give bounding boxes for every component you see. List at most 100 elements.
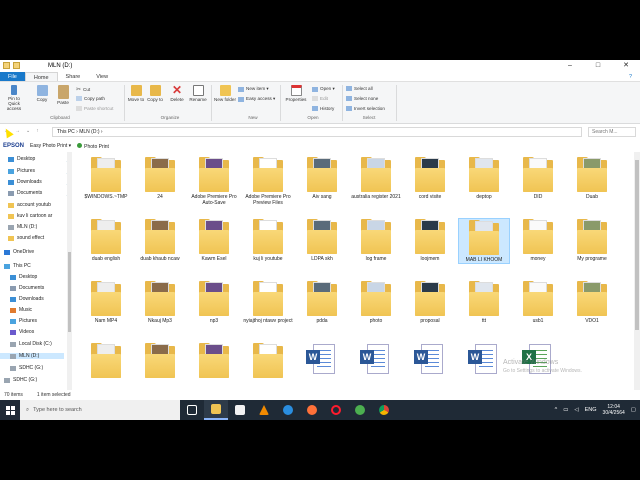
- folder-item[interactable]: cord visite: [404, 156, 456, 200]
- folder-item[interactable]: [134, 342, 186, 380]
- start-button[interactable]: [0, 400, 20, 420]
- new-item-button[interactable]: New item ▾: [238, 86, 269, 92]
- folder-item[interactable]: duab english: [80, 218, 132, 262]
- folder-item[interactable]: [242, 342, 294, 380]
- folder-item[interactable]: My programe: [566, 218, 618, 262]
- select-all-button[interactable]: Select all: [346, 86, 373, 91]
- file-item[interactable]: W: [404, 342, 456, 380]
- chevron-up-icon[interactable]: ^: [555, 407, 558, 413]
- up-arrow-icon[interactable]: ↑: [36, 128, 39, 134]
- open-button[interactable]: Open ▾: [312, 86, 335, 92]
- select-none-button[interactable]: Select none: [346, 96, 378, 101]
- properties-button[interactable]: Properties: [283, 85, 309, 102]
- folder-item[interactable]: log frame: [350, 218, 402, 262]
- history-button[interactable]: History: [312, 106, 334, 111]
- folder-item[interactable]: 24: [134, 156, 186, 200]
- pin-to-quick-access-button[interactable]: Pin to Quick access: [2, 85, 26, 111]
- file-item[interactable]: W: [350, 342, 402, 380]
- folder-item[interactable]: Nam MP4: [80, 280, 132, 324]
- file-explorer-taskbar-button[interactable]: [204, 400, 228, 420]
- folder-item[interactable]: deptop: [458, 156, 510, 200]
- tab-share[interactable]: Share: [58, 72, 89, 81]
- nav-item[interactable]: SDHC (G:): [10, 365, 43, 371]
- cut-button[interactable]: ✂ Cut: [76, 86, 90, 93]
- nav-item[interactable]: Desktop: [10, 274, 37, 280]
- notification-icon[interactable]: ▢: [631, 407, 636, 413]
- folder-item[interactable]: proposal: [404, 280, 456, 324]
- folder-item[interactable]: ttt: [458, 280, 510, 324]
- folder-item[interactable]: Kawm Esel: [188, 218, 240, 262]
- language-indicator[interactable]: ENG: [585, 407, 597, 413]
- store-taskbar-button[interactable]: [228, 400, 252, 420]
- nav-item[interactable]: Desktop📌: [8, 156, 71, 162]
- folder-item[interactable]: DID: [512, 156, 564, 200]
- nav-item[interactable]: Downloads📌: [8, 179, 71, 185]
- app-taskbar-button[interactable]: [348, 400, 372, 420]
- folder-item[interactable]: [188, 342, 240, 380]
- copy-button[interactable]: Copy: [34, 85, 50, 102]
- task-view-button[interactable]: [180, 400, 204, 420]
- edit-button[interactable]: Edit: [312, 96, 328, 101]
- move-to-button[interactable]: Move to: [127, 85, 145, 102]
- folder-item[interactable]: Nkauj Mp3: [134, 280, 186, 324]
- maximize-button[interactable]: □: [584, 60, 612, 72]
- folder-item[interactable]: pdda: [296, 280, 348, 324]
- folder-item[interactable]: LDPA skh: [296, 218, 348, 262]
- copy-to-button[interactable]: Copy to: [146, 85, 164, 102]
- help-icon[interactable]: ?: [621, 72, 640, 81]
- folder-item[interactable]: Adobe Premiere Pro Preview Files: [242, 156, 294, 206]
- nav-item[interactable]: Pictures: [10, 318, 37, 324]
- folder-item[interactable]: kuj li youtube: [242, 218, 294, 262]
- folder-icon[interactable]: [13, 62, 20, 69]
- address-field[interactable]: This PC › MLN (D:) ›: [52, 127, 582, 137]
- folder-item[interactable]: loojmem: [404, 218, 456, 262]
- folder-item[interactable]: np3: [188, 280, 240, 324]
- nav-item[interactable]: Videos: [10, 329, 34, 335]
- file-item[interactable]: W: [296, 342, 348, 380]
- folder-item[interactable]: australia register 2021: [350, 156, 402, 200]
- firefox-taskbar-button[interactable]: [300, 400, 324, 420]
- folder-item[interactable]: MAB LI KHOOM: [458, 218, 510, 264]
- nav-item[interactable]: Documents📌: [8, 190, 71, 196]
- tab-file[interactable]: File: [0, 72, 25, 81]
- search-input[interactable]: Search M...: [588, 127, 636, 137]
- folder-item[interactable]: usb1: [512, 280, 564, 324]
- minimize-button[interactable]: –: [556, 60, 584, 72]
- nav-item[interactable]: sound effect: [8, 235, 44, 241]
- nav-item[interactable]: kuv li cartoon ar: [8, 213, 52, 219]
- new-folder-button[interactable]: New folder: [214, 85, 236, 102]
- folder-item[interactable]: [80, 342, 132, 380]
- photo-print-button[interactable]: Photo Print: [77, 142, 109, 150]
- volume-icon[interactable]: ◁: [574, 407, 578, 413]
- quick-access-icon[interactable]: [3, 62, 10, 69]
- nav-item[interactable]: account youtub: [8, 202, 51, 208]
- delete-button[interactable]: ✕ Delete: [168, 84, 186, 102]
- copy-path-button[interactable]: Copy path: [76, 96, 105, 101]
- content-scrollbar-thumb[interactable]: [635, 160, 639, 330]
- nav-item[interactable]: This PC: [4, 263, 31, 269]
- folder-item[interactable]: VDO1: [566, 280, 618, 324]
- nav-item[interactable]: Documents: [10, 285, 44, 291]
- nav-scrollbar-thumb[interactable]: [68, 252, 71, 332]
- recent-chevron-icon[interactable]: ⌄: [26, 128, 30, 134]
- nav-item[interactable]: MLN (D:): [8, 224, 37, 230]
- forward-arrow-icon[interactable]: →: [15, 128, 20, 134]
- taskbar-search[interactable]: ⌕ Type here to search: [20, 400, 180, 420]
- folder-item[interactable]: duab khaub ncaw: [134, 218, 186, 262]
- paste-shortcut-button[interactable]: Paste shortcut: [76, 106, 113, 111]
- nav-item[interactable]: MLN (D:): [0, 353, 64, 359]
- tab-view[interactable]: View: [88, 72, 116, 81]
- rename-button[interactable]: Rename: [188, 85, 208, 102]
- folder-item[interactable]: Adobe Premiere Pro Auto-Save: [188, 156, 240, 206]
- clock[interactable]: 12:04 30/4/2564: [603, 404, 625, 416]
- folder-item[interactable]: Aiv sang: [296, 156, 348, 200]
- tab-home[interactable]: Home: [24, 72, 58, 81]
- folder-item[interactable]: nyiajthoj ntawv project: [242, 280, 294, 324]
- folder-item[interactable]: photo: [350, 280, 402, 324]
- easy-access-button[interactable]: Easy access ▾: [238, 96, 275, 102]
- edge-taskbar-button[interactable]: [276, 400, 300, 420]
- content-scrollbar[interactable]: [634, 152, 640, 400]
- nav-item[interactable]: Local Disk (C:): [10, 341, 52, 347]
- folder-item[interactable]: Duab: [566, 156, 618, 200]
- chrome-taskbar-button[interactable]: [372, 400, 396, 420]
